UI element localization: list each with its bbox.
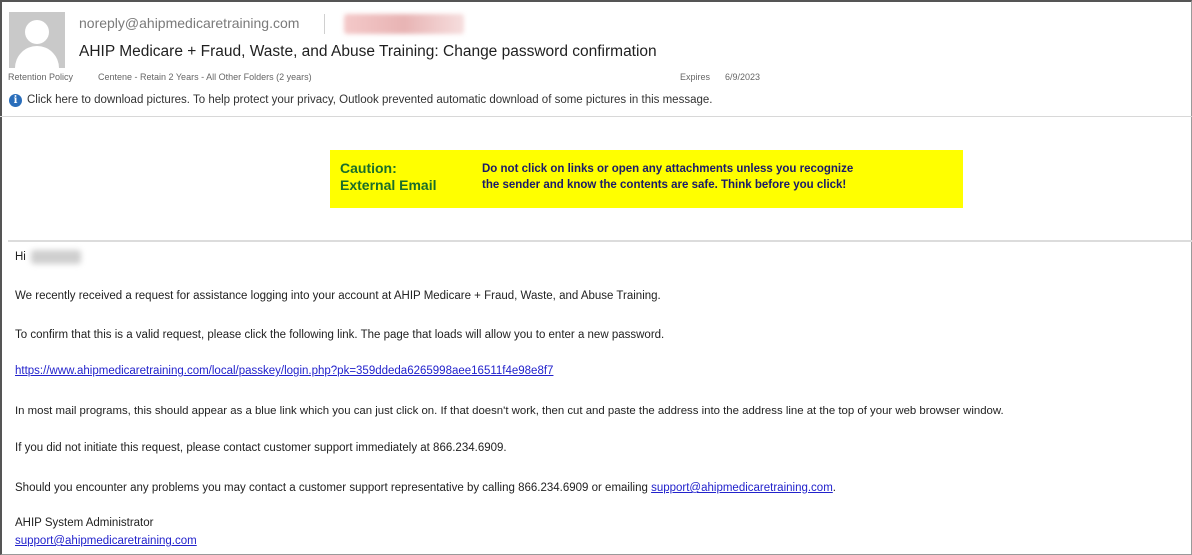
header-separator	[324, 14, 325, 34]
signature-email-line: support@ahipmedicaretraining.com	[15, 535, 197, 547]
support-contact-suffix: .	[832, 482, 836, 494]
recipient-redacted	[344, 14, 464, 34]
body-divider	[8, 240, 1192, 242]
signature-email-link[interactable]: support@ahipmedicaretraining.com	[15, 535, 197, 547]
paragraph-support-phone: If you did not initiate this request, pl…	[15, 442, 507, 454]
message-subject: AHIP Medicare + Fraud, Waste, and Abuse …	[79, 43, 657, 60]
caution-text: Do not click on links or open any attach…	[482, 163, 854, 191]
header-divider	[0, 116, 1192, 117]
download-pictures-infobar[interactable]: Click here to download pictures. To help…	[27, 94, 712, 106]
sender-address[interactable]: noreply@ahipmedicaretraining.com	[79, 15, 299, 31]
message-header: noreply@ahipmedicaretraining.com AHIP Me…	[0, 0, 1192, 118]
external-email-caution-banner: Caution: External Email Do not click on …	[330, 150, 963, 208]
paragraph-confirm: To confirm that this is a valid request,…	[15, 329, 665, 341]
support-contact-text: Should you encounter any problems you ma…	[15, 482, 648, 494]
avatar-head	[25, 20, 49, 44]
reset-link-line: https://www.ahipmedicaretraining.com/loc…	[15, 365, 553, 377]
retention-policy-label: Retention Policy	[8, 72, 74, 82]
expires-label: Expires	[680, 72, 711, 82]
password-reset-link[interactable]: https://www.ahipmedicaretraining.com/loc…	[15, 365, 553, 377]
signature-name: AHIP System Administrator	[15, 517, 154, 529]
retention-policy-value: Centene - Retain 2 Years - All Other Fol…	[98, 72, 312, 82]
info-icon[interactable]: i	[9, 94, 22, 107]
paragraph-request: We recently received a request for assis…	[15, 290, 661, 302]
greeting: Hi	[15, 251, 26, 263]
person-avatar-icon[interactable]	[9, 12, 65, 68]
paragraph-support-contact: Should you encounter any problems you ma…	[15, 482, 836, 494]
recipient-name-redacted	[31, 250, 81, 264]
avatar-body	[15, 46, 59, 68]
paragraph-instructions: In most mail programs, this should appea…	[15, 405, 1004, 417]
support-email-link[interactable]: support@ahipmedicaretraining.com	[651, 482, 833, 494]
expires-value: 6/9/2023	[725, 72, 761, 82]
caution-title: Caution: External Email	[340, 160, 437, 193]
